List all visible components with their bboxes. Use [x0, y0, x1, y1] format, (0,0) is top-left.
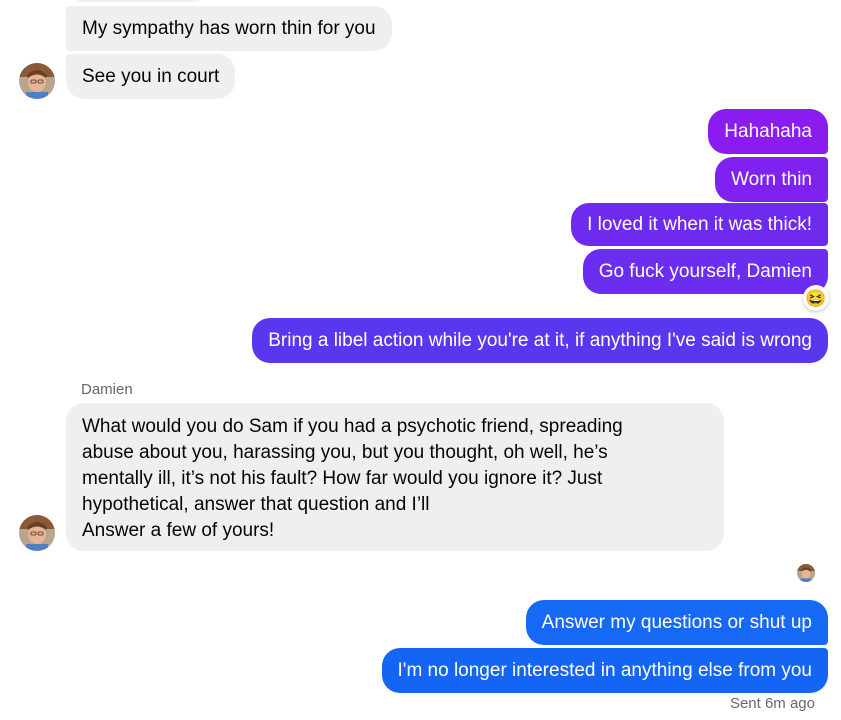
message-bubble-outgoing[interactable]: Go fuck yourself, Damien — [582, 249, 828, 294]
message-bubble-outgoing[interactable]: Bring a libel action while you're at it,… — [252, 318, 828, 363]
message-bubble-outgoing[interactable]: Worn thin — [715, 157, 828, 202]
message-text: I'm no longer interested in anything els… — [397, 659, 812, 681]
message-bubble-incoming[interactable]: See you in court — [66, 54, 236, 99]
message-bubble-incoming[interactable]: What would you do Sam if you had a psych… — [66, 403, 724, 551]
message-line: abuse about you, harassing you, but you … — [82, 442, 608, 463]
message-text: Bring a libel action while you're at it,… — [268, 329, 812, 351]
message-line: hypothetical, answer that question and I… — [82, 494, 430, 515]
message-bubble-incoming[interactable]: My sympathy has worn thin for you — [66, 6, 392, 51]
read-receipt-avatar — [797, 564, 815, 582]
message-line: mentally ill, it’s not his fault? How fa… — [82, 468, 603, 489]
message-bubble-outgoing[interactable]: Answer my questions or shut up — [525, 600, 828, 645]
message-text: Go fuck yourself, Damien — [598, 260, 812, 282]
message-text: I loved it when it was thick! — [587, 213, 812, 235]
message-bubble-incoming[interactable] — [66, 0, 210, 2]
message-bubble-outgoing[interactable]: I loved it when it was thick! — [571, 203, 828, 246]
message-bubble-outgoing[interactable]: Hahahaha — [708, 109, 828, 154]
message-bubble-outgoing[interactable]: I'm no longer interested in anything els… — [381, 648, 828, 693]
message-text: Answer my questions or shut up — [541, 611, 812, 633]
message-line: Answer a few of yours! — [82, 520, 275, 541]
message-text: Worn thin — [731, 168, 812, 190]
message-text: Hahahaha — [724, 120, 812, 142]
damien-avatar[interactable] — [19, 515, 55, 551]
sender-name: Damien — [81, 381, 133, 398]
laughing-face-icon[interactable]: 😆 — [803, 285, 829, 311]
damien-avatar[interactable] — [19, 63, 55, 99]
message-text: My sympathy has worn thin for you — [82, 17, 376, 39]
sent-status: Sent 6m ago — [729, 695, 815, 712]
message-line: What would you do Sam if you had a psych… — [82, 416, 623, 437]
message-text: See you in court — [82, 65, 220, 87]
